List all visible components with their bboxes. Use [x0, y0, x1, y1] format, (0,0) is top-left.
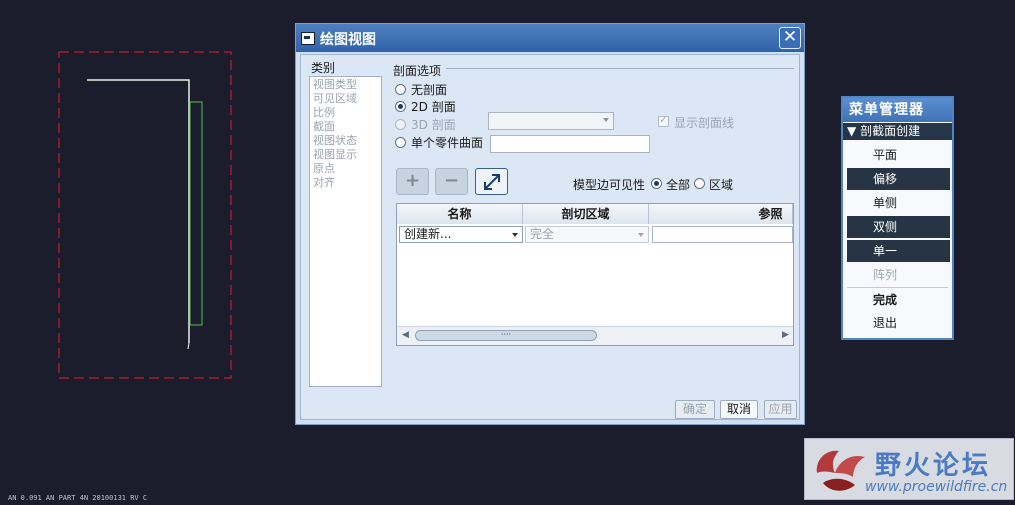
part-surface-field[interactable]: [490, 135, 650, 153]
radio-edge-area-label: 区域: [709, 178, 734, 192]
category-list[interactable]: 视图类型 可见区域 比例 截面 视图状态 视图显示 原点 对齐: [309, 76, 382, 387]
flip-arrow-icon: [483, 174, 500, 190]
drawing-view-dialog: 绘图视图 ✕ 类别 视图类型 可见区域 比例 截面 视图状态 视图显示 原点 对…: [295, 23, 805, 425]
watermark-url: www.proewildfire.cn: [865, 479, 1008, 495]
close-button[interactable]: ✕: [779, 27, 801, 49]
chevron-down-icon: [512, 233, 518, 237]
menu-item-quit[interactable]: 退出: [847, 312, 950, 334]
menu-manager-title[interactable]: 菜单管理器: [843, 98, 952, 122]
menu-item-both-sides[interactable]: 双侧: [847, 216, 950, 238]
column-header-name[interactable]: 名称: [397, 204, 523, 224]
category-item-view-display[interactable]: 视图显示: [313, 148, 378, 162]
column-header-region[interactable]: 剖切区域: [523, 204, 649, 224]
row-region-value: 完全: [530, 227, 555, 241]
radio-single-part-surface[interactable]: [395, 137, 406, 148]
part-edge-hook: [187, 342, 190, 350]
watermark-title: 野火论坛: [875, 451, 992, 481]
radio-no-section[interactable]: [395, 84, 406, 95]
chevron-down-icon: [638, 233, 644, 237]
edge-visibility-label: 模型边可见性: [573, 178, 646, 192]
category-item-origin[interactable]: 原点: [313, 162, 378, 176]
category-item-view-state[interactable]: 视图状态: [313, 134, 378, 148]
radio-3d-section[interactable]: [395, 119, 406, 130]
triangle-down-icon: ▼: [847, 124, 857, 138]
menu-item-single[interactable]: 单一: [847, 240, 950, 262]
menu-submenu-header[interactable]: ▼ 剖截面创建: [843, 123, 952, 140]
radio-2d-section-label: 2D 剖面: [411, 100, 456, 114]
add-section-button[interactable]: +: [396, 168, 429, 195]
menu-item-pattern[interactable]: 阵列: [847, 264, 950, 286]
menu-submenu-label: 剖截面创建: [860, 124, 921, 138]
category-item-scale[interactable]: 比例: [313, 106, 378, 120]
radio-no-section-label: 无剖面: [411, 83, 448, 97]
radio-edge-all[interactable]: [651, 178, 662, 189]
radio-3d-section-label: 3D 剖面: [411, 118, 456, 132]
status-text: AN 0.091 AN PART 4N 20100131 RV C: [8, 494, 148, 502]
menu-item-done[interactable]: 完成: [847, 289, 950, 311]
category-item-view-type[interactable]: 视图类型: [313, 78, 378, 92]
remove-section-button[interactable]: −: [435, 168, 468, 195]
horizontal-scrollbar[interactable]: ◀ ···· ▶: [397, 326, 793, 345]
show-hatch-checkbox[interactable]: [658, 113, 669, 127]
red-view-frame: [58, 51, 232, 379]
scroll-left-icon[interactable]: ◀: [402, 330, 409, 340]
menu-manager: 菜单管理器 ▼ 剖截面创建 平面 偏移 单侧 双侧 单一 阵列 完成 退出: [841, 96, 954, 340]
table-row-name-cell[interactable]: 创建新...: [399, 226, 523, 243]
category-item-visible-area[interactable]: 可见区域: [313, 92, 378, 106]
scroll-right-icon[interactable]: ▶: [782, 330, 789, 340]
menu-item-one-side[interactable]: 单侧: [847, 192, 950, 214]
category-item-alignment[interactable]: 对齐: [313, 176, 378, 190]
menu-divider: [847, 287, 948, 288]
cancel-button[interactable]: 取消: [720, 400, 758, 419]
dialog-body: 类别 视图类型 可见区域 比例 截面 视图状态 视图显示 原点 对齐 剖面选项 …: [300, 54, 800, 420]
column-header-reference[interactable]: 参照: [649, 204, 793, 224]
table-row-region-cell[interactable]: 完全: [525, 226, 649, 243]
table-row-reference-cell[interactable]: [652, 226, 793, 243]
show-hatch-label: 显示剖面线: [674, 116, 735, 130]
apply-button[interactable]: 应用: [764, 400, 797, 419]
section-options-title: 剖面选项: [393, 64, 442, 78]
radio-edge-area[interactable]: [694, 178, 705, 189]
section-table: 名称 剖切区域 参照 创建新... 完全 ◀ ···· ▶: [396, 203, 794, 346]
watermark-logo: 野火论坛 www.proewildfire.cn: [804, 438, 1014, 500]
ok-button[interactable]: 确定: [675, 400, 715, 419]
radio-edge-all-label: 全部: [666, 178, 691, 192]
scrollbar-thumb[interactable]: ····: [415, 330, 597, 341]
part-edge-green: [189, 101, 203, 326]
3d-section-combo[interactable]: [488, 112, 614, 130]
row-name-value: 创建新...: [404, 227, 452, 241]
part-edge-white: [87, 79, 190, 343]
dialog-title-bar[interactable]: 绘图视图 ✕: [296, 24, 804, 52]
radio-single-part-surface-label: 单个零件曲面: [411, 136, 484, 150]
menu-item-plane[interactable]: 平面: [847, 144, 950, 166]
flip-direction-button[interactable]: [475, 168, 508, 195]
dialog-title: 绘图视图: [320, 32, 376, 48]
category-item-section[interactable]: 截面: [313, 120, 378, 134]
radio-2d-section[interactable]: [395, 101, 406, 112]
section-divider: [446, 68, 794, 69]
phoenix-logo-icon: [816, 450, 865, 491]
window-icon: [301, 32, 315, 45]
menu-item-offset[interactable]: 偏移: [847, 168, 950, 190]
category-label: 类别: [311, 61, 336, 75]
